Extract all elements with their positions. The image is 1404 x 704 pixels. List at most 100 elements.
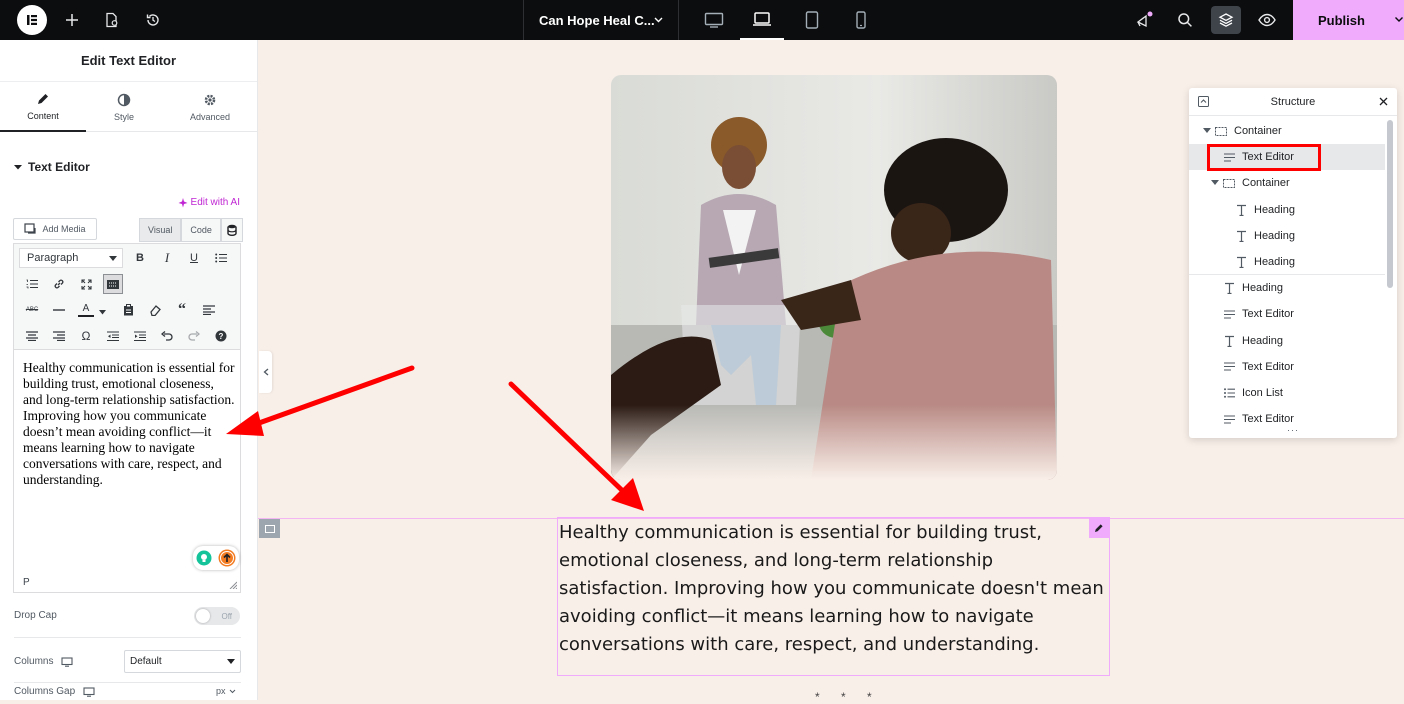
indent-icon[interactable] bbox=[130, 326, 150, 346]
align-left-icon[interactable] bbox=[199, 300, 219, 320]
close-icon[interactable] bbox=[1379, 97, 1388, 106]
tab-style-label: Style bbox=[113, 111, 134, 122]
half-circle-icon bbox=[117, 93, 131, 107]
navigator-title: Structure bbox=[1270, 95, 1316, 108]
navigator-item-text[interactable]: Text Editor bbox=[1189, 301, 1385, 327]
edit-with-ai-button[interactable]: Edit with AI bbox=[178, 197, 240, 208]
desktop-icon[interactable] bbox=[692, 0, 736, 40]
elementor-logo-icon[interactable] bbox=[17, 5, 47, 35]
undo-icon[interactable] bbox=[157, 326, 177, 346]
heading-widget-icon bbox=[1235, 256, 1247, 268]
navigator-item-heading[interactable]: Heading bbox=[1189, 223, 1385, 249]
tab-style[interactable]: Style bbox=[81, 82, 167, 132]
list-widget-icon bbox=[1223, 388, 1235, 398]
history-icon[interactable] bbox=[135, 0, 171, 40]
unit-select[interactable]: px bbox=[216, 686, 236, 696]
navigator-item-list[interactable]: Icon List bbox=[1189, 380, 1385, 406]
caret-down-icon[interactable] bbox=[96, 302, 108, 322]
navigator-item-label: Container bbox=[1242, 177, 1290, 190]
text-editor-section-toggle[interactable]: Text Editor bbox=[14, 160, 90, 174]
resize-handle-icon[interactable] bbox=[229, 581, 237, 589]
edit-with-ai-label: Edit with AI bbox=[190, 197, 240, 208]
responsive-desktop-icon[interactable] bbox=[61, 656, 74, 667]
heading-widget-icon bbox=[1223, 335, 1235, 347]
publish-label: Publish bbox=[1318, 12, 1365, 28]
columns-gap-label: Columns Gap bbox=[14, 686, 76, 697]
navigator-item-label: Heading bbox=[1254, 256, 1295, 268]
tab-content[interactable]: Content bbox=[0, 82, 86, 132]
tab-advanced[interactable]: Advanced bbox=[167, 82, 253, 132]
page-title-dropdown[interactable]: Can Hope Heal C... bbox=[523, 0, 679, 40]
special-character-icon[interactable]: Ω bbox=[76, 326, 96, 346]
align-center-icon[interactable] bbox=[22, 326, 42, 346]
bold-icon[interactable]: B bbox=[130, 248, 150, 268]
navigator-item-label: Heading bbox=[1242, 334, 1283, 347]
code-tab[interactable]: Code bbox=[181, 218, 221, 242]
page-settings-icon[interactable] bbox=[94, 0, 130, 40]
collapse-panel-button[interactable] bbox=[259, 351, 272, 393]
svg-text:?: ? bbox=[219, 332, 224, 341]
search-icon[interactable] bbox=[1167, 0, 1203, 40]
resize-grip-icon[interactable]: ··· bbox=[1287, 425, 1299, 435]
ai-sparkle-icon bbox=[178, 197, 188, 207]
navigator-item-heading[interactable]: Heading bbox=[1189, 249, 1385, 275]
add-media-button[interactable]: Add Media bbox=[13, 218, 97, 240]
redo-icon bbox=[184, 326, 204, 346]
divider-stars: * * * bbox=[815, 690, 881, 704]
bullet-list-icon[interactable] bbox=[211, 248, 231, 268]
navigator-item-label: Text Editor bbox=[1242, 308, 1294, 321]
canvas-text-content[interactable]: Healthy communication is essential for b… bbox=[559, 519, 1108, 659]
container-widget-icon bbox=[1215, 126, 1227, 136]
caret-down-icon[interactable] bbox=[1211, 180, 1221, 186]
navigator-item-heading[interactable]: Heading bbox=[1189, 328, 1385, 354]
blockquote-icon[interactable]: “ bbox=[172, 300, 192, 320]
navigator-item-heading[interactable]: Heading bbox=[1189, 275, 1385, 301]
caret-down-icon[interactable] bbox=[1203, 128, 1213, 134]
responsive-desktop-icon[interactable] bbox=[83, 686, 95, 697]
paste-text-icon[interactable] bbox=[118, 300, 138, 320]
expand-toggle-icon[interactable] bbox=[1198, 96, 1209, 107]
clear-formatting-icon[interactable] bbox=[145, 300, 165, 320]
preview-eye-icon[interactable] bbox=[1249, 0, 1285, 40]
tablet-icon[interactable] bbox=[790, 0, 834, 40]
section-handle-icon[interactable] bbox=[259, 519, 280, 538]
editor-toolbar: Paragraph B I U ABC A “ Ω ? bbox=[14, 244, 240, 350]
plus-icon[interactable] bbox=[54, 0, 90, 40]
visual-tab[interactable]: Visual bbox=[139, 218, 182, 242]
align-right-icon[interactable] bbox=[49, 326, 69, 346]
numbered-list-icon[interactable] bbox=[22, 274, 42, 294]
help-icon[interactable]: ? bbox=[211, 326, 231, 346]
format-select[interactable]: Paragraph bbox=[19, 248, 123, 268]
navigator-scrollbar[interactable] bbox=[1387, 120, 1393, 288]
horizontal-rule-icon[interactable] bbox=[49, 300, 69, 320]
laptop-icon[interactable] bbox=[740, 0, 784, 40]
chevron-down-icon[interactable] bbox=[1394, 14, 1404, 24]
therapy-session-image[interactable] bbox=[611, 75, 1057, 480]
fullscreen-icon[interactable] bbox=[76, 274, 96, 294]
editor-panel: Edit Text Editor Content Style Advanced … bbox=[0, 40, 258, 700]
container-widget-icon bbox=[1223, 178, 1235, 188]
text-color-icon[interactable]: A bbox=[76, 300, 96, 320]
whats-new-icon[interactable] bbox=[1126, 0, 1162, 40]
publish-button[interactable]: Publish bbox=[1293, 0, 1404, 40]
navigator-item-container[interactable]: Container bbox=[1189, 118, 1385, 144]
columns-select[interactable]: Default bbox=[124, 650, 241, 673]
visual-code-tabs: Visual Code bbox=[139, 218, 243, 242]
tab-content-label: Content bbox=[27, 110, 59, 121]
navigator-item-container[interactable]: Container bbox=[1189, 170, 1385, 196]
outdent-icon[interactable] bbox=[103, 326, 123, 346]
drop-cap-toggle[interactable]: Off bbox=[194, 607, 240, 625]
link-icon[interactable] bbox=[49, 274, 69, 294]
navigator-item-heading[interactable]: Heading bbox=[1189, 197, 1385, 223]
editor-text-area[interactable]: Healthy communication is essential for b… bbox=[23, 360, 235, 488]
strikethrough-icon[interactable]: ABC bbox=[22, 300, 42, 320]
mobile-icon[interactable] bbox=[839, 0, 883, 40]
section-title: Text Editor bbox=[28, 160, 90, 174]
grammarly-widget[interactable] bbox=[193, 546, 239, 570]
toolbar-toggle-icon[interactable] bbox=[103, 274, 123, 294]
underline-icon[interactable]: U bbox=[184, 248, 204, 268]
italic-icon[interactable]: I bbox=[157, 248, 177, 268]
navigator-item-text[interactable]: Text Editor bbox=[1189, 354, 1385, 380]
structure-layers-icon[interactable] bbox=[1211, 6, 1241, 34]
database-icon[interactable] bbox=[220, 218, 243, 242]
